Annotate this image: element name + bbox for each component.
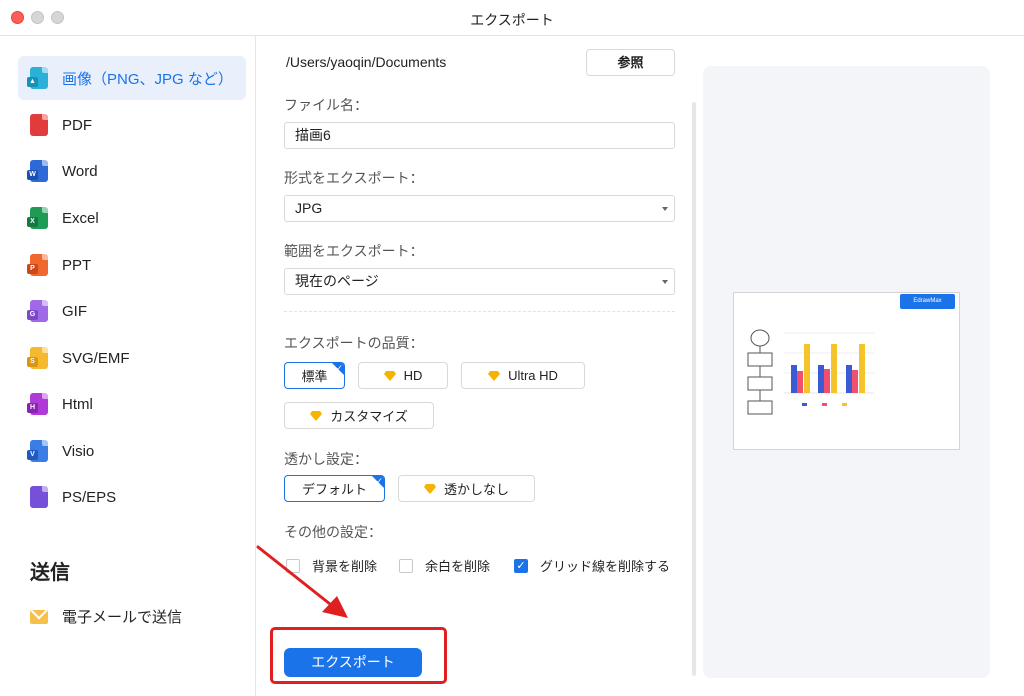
export-settings-panel: /Users/yaoqin/Documents 参照 ファイル名： 描画6 形式… xyxy=(256,36,696,696)
mail-icon xyxy=(30,609,48,624)
word-file-icon: W xyxy=(27,160,48,182)
watermark-label: 透かし設定： xyxy=(284,451,368,467)
sidebar-item-label: Word xyxy=(62,162,98,180)
sidebar-item-label: GIF xyxy=(62,302,87,320)
export-format-sidebar: ▲ 画像（PNG、JPG など） PDF W Word X Excel P PP… xyxy=(0,36,256,696)
quality-label: エクスポートの品質： xyxy=(284,335,424,351)
sidebar-item-word[interactable]: W Word xyxy=(18,149,246,193)
sidebar-item-svg-emf[interactable]: S SVG/EMF xyxy=(18,336,246,380)
sidebar-item-ppt[interactable]: P PPT xyxy=(18,243,246,287)
watermark-option-default[interactable]: デフォルト ✓ xyxy=(284,475,385,502)
ps-file-icon xyxy=(30,486,48,508)
sidebar-item-excel[interactable]: X Excel xyxy=(18,196,246,240)
quality-option-standard[interactable]: 標準 ✓ xyxy=(284,362,345,389)
option-label: HD xyxy=(403,368,423,383)
sidebar-item-label: PDF xyxy=(62,116,92,134)
sidebar-item-html[interactable]: H Html xyxy=(18,382,246,426)
export-button[interactable]: エクスポート xyxy=(284,648,422,677)
diamond-icon xyxy=(423,483,436,494)
window-title: エクスポート xyxy=(470,12,554,28)
quality-option-hd[interactable]: HD xyxy=(358,362,448,389)
checkbox-box xyxy=(399,558,413,573)
sidebar-item-label: 画像（PNG、JPG など） xyxy=(62,70,233,88)
checkbox-box xyxy=(286,558,300,573)
check-icon: ✓ xyxy=(335,363,343,373)
range-select[interactable]: 現在のページ xyxy=(284,268,675,295)
sidebar-item-gif[interactable]: G GIF xyxy=(18,289,246,333)
quality-option-custom[interactable]: カスタマイズ xyxy=(284,402,434,429)
range-value: 現在のページ xyxy=(295,273,379,289)
sidebar-item-label: PS/EPS xyxy=(62,488,117,506)
preview-thumbnail: EdrawMax xyxy=(733,292,960,450)
option-label: 標準 xyxy=(301,369,328,384)
sidebar-item-visio[interactable]: V Visio xyxy=(18,429,246,473)
form-scrollbar[interactable] xyxy=(692,102,696,676)
remove-gridlines-checkbox[interactable]: ✓ グリッド線を削除する xyxy=(514,556,670,575)
sidebar-item-label: Excel xyxy=(62,209,99,227)
diagram-preview-graphic xyxy=(747,329,874,415)
quality-option-ultra-hd[interactable]: Ultra HD xyxy=(461,362,585,389)
sidebar-item-label: Html xyxy=(62,395,93,413)
send-email-item[interactable]: 電子メールで送信 xyxy=(30,606,182,627)
excel-file-icon: X xyxy=(27,207,48,229)
option-label: デフォルト xyxy=(301,482,367,497)
pdf-file-icon xyxy=(30,114,48,136)
range-label: 範囲をエクスポート： xyxy=(284,243,424,259)
checkbox-label: グリッド線を削除する xyxy=(540,559,671,574)
sidebar-item-label: Visio xyxy=(62,442,95,460)
checkbox-label: 余白を削除 xyxy=(425,559,491,574)
send-email-label: 電子メールで送信 xyxy=(62,609,183,626)
sidebar-item-ps-eps[interactable]: PS/EPS xyxy=(18,475,246,519)
gif-file-icon: G xyxy=(27,300,48,322)
diamond-icon xyxy=(488,370,501,381)
watermark-option-none[interactable]: 透かしなし xyxy=(398,475,535,502)
diamond-icon xyxy=(310,410,323,421)
sidebar-item-image[interactable]: ▲ 画像（PNG、JPG など） xyxy=(18,56,246,100)
other-settings-label: その他の設定： xyxy=(284,524,382,540)
chevron-down-icon xyxy=(662,207,668,211)
filename-label: ファイル名： xyxy=(284,97,368,113)
remove-margin-checkbox[interactable]: 余白を削除 xyxy=(399,556,490,575)
sidebar-item-pdf[interactable]: PDF xyxy=(18,103,246,147)
check-icon: ✓ xyxy=(375,476,383,486)
html-file-icon: H xyxy=(27,393,48,415)
divider xyxy=(284,311,675,312)
option-label: 透かしなし xyxy=(443,482,509,497)
diamond-icon xyxy=(383,370,396,381)
send-section-title: 送信 xyxy=(30,562,70,584)
checkbox-label: 背景を削除 xyxy=(312,559,378,574)
sidebar-item-label: PPT xyxy=(62,256,92,274)
remove-background-checkbox[interactable]: 背景を削除 xyxy=(286,556,377,575)
svg-file-icon: S xyxy=(27,347,48,369)
ppt-file-icon: P xyxy=(27,254,48,276)
export-preview: EdrawMax xyxy=(703,66,990,678)
option-label: カスタマイズ xyxy=(330,409,408,424)
format-select[interactable]: JPG xyxy=(284,195,675,222)
sidebar-item-label: SVG/EMF xyxy=(62,349,130,367)
export-path: /Users/yaoqin/Documents xyxy=(286,54,447,70)
edrawmax-logo: EdrawMax xyxy=(900,294,955,309)
chevron-down-icon xyxy=(662,280,668,284)
option-label: Ultra HD xyxy=(508,368,558,383)
filename-input[interactable]: 描画6 xyxy=(284,122,675,149)
format-label: 形式をエクスポート： xyxy=(284,170,424,186)
image-icon: ▲ xyxy=(27,67,48,89)
title-bar: エクスポート xyxy=(0,0,1024,36)
format-value: JPG xyxy=(295,200,323,216)
check-icon: ✓ xyxy=(514,558,528,573)
visio-file-icon: V xyxy=(27,440,48,462)
browse-button[interactable]: 参照 xyxy=(586,49,675,76)
